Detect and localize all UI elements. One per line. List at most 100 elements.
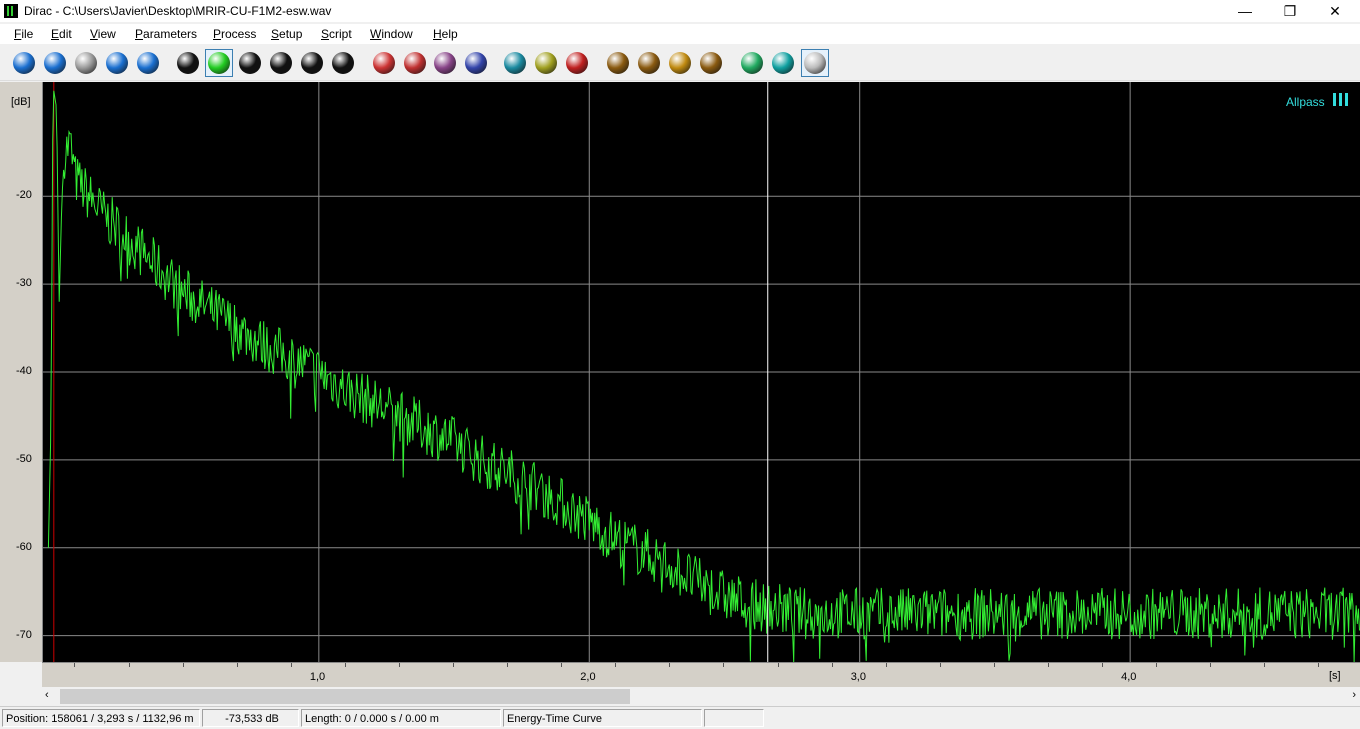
title-bar: Dirac - C:\Users\Javier\Desktop\MRIR-CU-… xyxy=(0,0,1360,22)
y-tick-label: -40 xyxy=(16,365,32,377)
status-level: -73,533 dB xyxy=(202,709,299,727)
menu-script[interactable]: Script xyxy=(321,27,352,41)
menu-file[interactable]: File xyxy=(14,27,33,41)
schroeder-curve-button[interactable] xyxy=(267,49,295,77)
stop-icon xyxy=(804,52,826,74)
new-file-icon xyxy=(13,52,35,74)
zoom-vertical-icon xyxy=(700,52,722,74)
x-minor-tick xyxy=(561,663,563,667)
menu-setup[interactable]: Setup xyxy=(271,27,302,41)
status-view: Energy-Time Curve xyxy=(503,709,702,727)
table-button[interactable] xyxy=(431,49,459,77)
filter-bank-icon xyxy=(301,52,323,74)
menu-view[interactable]: View xyxy=(90,27,116,41)
parameters-icon xyxy=(535,52,557,74)
bars-icon[interactable] xyxy=(1333,93,1348,106)
energy-time-curve-button[interactable] xyxy=(205,49,233,77)
x-minor-tick xyxy=(723,663,725,667)
minimize-button[interactable]: — xyxy=(1222,0,1268,22)
x-minor-tick xyxy=(453,663,455,667)
x-axis-unit: [s] xyxy=(1329,670,1341,682)
play-button[interactable] xyxy=(769,49,797,77)
magnet-button[interactable] xyxy=(401,49,429,77)
x-tick-label: 3,0 xyxy=(850,671,866,683)
zoom-full-icon xyxy=(669,52,691,74)
x-minor-tick xyxy=(669,663,671,667)
scroll-right-icon[interactable]: › xyxy=(1352,689,1356,701)
status-length: Length: 0 / 0.000 s / 0.00 m xyxy=(301,709,501,727)
maximize-button[interactable]: ❐ xyxy=(1267,0,1313,22)
x-minor-tick xyxy=(1102,663,1104,667)
frequency-response-icon xyxy=(465,52,487,74)
y-axis-panel: [dB] -20 -30 -40 -50 -60 -70 xyxy=(0,82,43,662)
phase-icon xyxy=(332,52,354,74)
zoom-vertical-button[interactable] xyxy=(697,49,725,77)
dirac-app-icon xyxy=(4,4,18,18)
play-icon xyxy=(772,52,794,74)
plot-area: [dB] -20 -30 -40 -50 -60 -70 [s] 1,0 2,0 3,0 4,0… xyxy=(0,82,1360,688)
x-minor-tick xyxy=(344,663,346,667)
x-minor-tick xyxy=(939,663,941,667)
x-minor-tick xyxy=(1318,663,1320,667)
print-button[interactable] xyxy=(103,49,131,77)
menu-help[interactable]: Help xyxy=(433,27,458,41)
filter-bank-button[interactable] xyxy=(298,49,326,77)
x-minor-tick xyxy=(290,663,292,667)
cursor-button[interactable] xyxy=(501,49,529,77)
bars-icon-bar xyxy=(1345,93,1348,106)
open-file-button[interactable] xyxy=(41,49,69,77)
stop-button[interactable] xyxy=(801,49,829,77)
new-file-button[interactable] xyxy=(10,49,38,77)
close-file-button[interactable] xyxy=(134,49,162,77)
zoom-full-button[interactable] xyxy=(666,49,694,77)
menu-bar: File Edit View Parameters Process Setup … xyxy=(0,24,1360,44)
scroll-left-icon[interactable]: ‹ xyxy=(45,689,49,701)
status-position: Position: 158061 / 3,293 s / 1132,96 m xyxy=(2,709,200,727)
spectrum-icon xyxy=(373,52,395,74)
x-tick-label: 1,0 xyxy=(309,671,326,683)
x-minor-tick xyxy=(182,663,184,667)
frequency-response-button[interactable] xyxy=(462,49,490,77)
impulse-response-button[interactable] xyxy=(174,49,202,77)
print-icon xyxy=(106,52,128,74)
toolbar xyxy=(0,46,1360,81)
menu-process[interactable]: Process xyxy=(213,27,256,41)
close-button[interactable]: ✕ xyxy=(1312,0,1358,22)
horizontal-scrollbar[interactable]: ‹ › xyxy=(42,688,1360,705)
filter-label[interactable]: Allpass xyxy=(1286,95,1325,109)
record-button[interactable] xyxy=(738,49,766,77)
pointer-icon xyxy=(566,52,588,74)
energy-time-curve-chart[interactable]: Allpass xyxy=(43,82,1360,662)
zoom-in-button[interactable] xyxy=(604,49,632,77)
menu-window[interactable]: Window xyxy=(370,27,413,41)
y-tick-label: -60 xyxy=(16,540,32,553)
x-tick-label: 2,0 xyxy=(580,671,596,683)
pointer-button[interactable] xyxy=(563,49,591,77)
phase-button[interactable] xyxy=(329,49,357,77)
x-minor-tick xyxy=(507,663,509,667)
table-icon xyxy=(434,52,456,74)
x-minor-tick xyxy=(885,663,887,667)
decay-curve-button[interactable] xyxy=(236,49,264,77)
x-minor-tick xyxy=(74,663,76,667)
menu-edit[interactable]: Edit xyxy=(51,27,72,41)
save-button[interactable] xyxy=(72,49,100,77)
bars-icon-bar xyxy=(1339,93,1342,106)
x-tick-label: 4,0 xyxy=(1121,671,1137,683)
spectrum-button[interactable] xyxy=(370,49,398,77)
zoom-out-button[interactable] xyxy=(635,49,663,77)
impulse-response-icon xyxy=(177,52,199,74)
record-icon xyxy=(741,52,763,74)
x-minor-tick xyxy=(236,663,238,667)
zoom-out-icon xyxy=(638,52,660,74)
x-minor-tick xyxy=(128,663,130,667)
x-minor-tick xyxy=(615,663,617,667)
menu-parameters[interactable]: Parameters xyxy=(135,27,197,41)
parameters-button[interactable] xyxy=(532,49,560,77)
bars-icon-bar xyxy=(1333,93,1336,106)
x-minor-tick xyxy=(1264,663,1266,667)
x-minor-tick xyxy=(993,663,995,667)
x-minor-tick xyxy=(831,663,833,667)
scrollbar-thumb[interactable] xyxy=(60,689,630,704)
magnet-icon xyxy=(404,52,426,74)
